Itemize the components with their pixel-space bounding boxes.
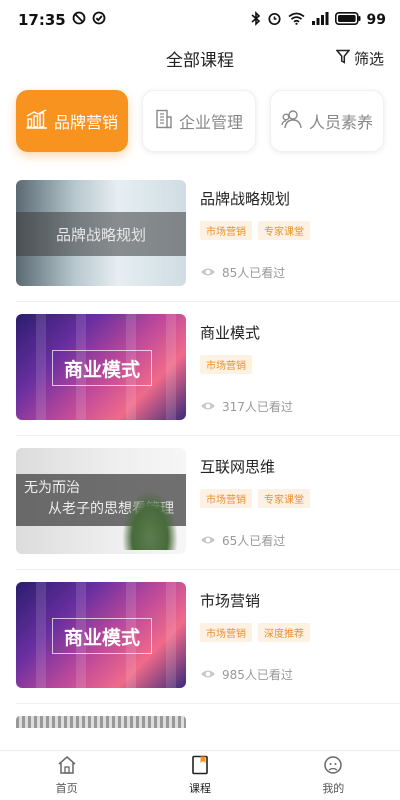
tab-label: 首页 [55, 782, 78, 795]
category-label: 人员素养 [308, 113, 373, 132]
view-count: 85人已看过 [200, 264, 285, 281]
course-tag: 专家课堂 [258, 489, 310, 508]
battery-level: 99 [366, 12, 386, 28]
check-circle-icon [92, 11, 106, 29]
course-tags: 市场营销 专家课堂 [200, 221, 400, 240]
home-icon [57, 755, 77, 778]
view-count: 317人已看过 [200, 398, 293, 415]
status-right: 99 [250, 10, 386, 30]
course-title: 市场营销 [200, 592, 261, 610]
tab-label: 我的 [322, 782, 345, 795]
status-bar: 17:35 99 [0, 0, 400, 40]
building-icon [155, 109, 173, 133]
bottom-tab-bar: 首页 课程 我的 [0, 750, 400, 800]
course-title: 互联网思维 [200, 458, 276, 476]
category-tabs: 品牌营销 企业管理 人员素养 [0, 76, 400, 156]
bluetooth-icon [250, 10, 261, 30]
course-thumbnail: 商业模式 [16, 582, 186, 688]
course-item[interactable]: 商业模式 商业模式 市场营销 317人已看过 [16, 302, 400, 436]
thumbnail-caption: 商业模式 [52, 618, 152, 654]
view-count-text: 317人已看过 [222, 400, 293, 414]
course-thumbnail-partial [16, 716, 186, 728]
page-title: 全部课程 [166, 50, 234, 71]
course-info: 互联网思维 市场营销 专家课堂 65人已看过 [186, 448, 400, 569]
course-tag: 市场营销 [200, 489, 252, 508]
course-thumbnail: 无为而治 从老子的思想看管理 [16, 448, 186, 554]
category-label: 企业管理 [178, 113, 243, 132]
book-icon [190, 755, 210, 778]
filter-label: 筛选 [353, 50, 384, 68]
course-tag: 专家课堂 [258, 221, 310, 240]
category-tab-enterprise-management[interactable]: 企业管理 [142, 90, 256, 152]
course-thumbnail: 商业模式 [16, 314, 186, 420]
view-count-text: 85人已看过 [222, 266, 286, 280]
course-item[interactable]: 商业模式 市场营销 市场营销 深度推荐 985人已看过 [16, 570, 400, 704]
category-label: 品牌营销 [53, 113, 118, 132]
chart-icon [26, 109, 48, 133]
eye-icon [200, 400, 216, 414]
tab-profile[interactable]: 我的 [267, 751, 400, 800]
course-title: 商业模式 [200, 324, 261, 342]
course-tags: 市场营销 [200, 355, 400, 374]
thumbnail-caption: 品牌战略规划 [16, 212, 186, 256]
course-title: 品牌战略规划 [200, 190, 291, 208]
status-left: 17:35 [18, 11, 106, 29]
eye-icon [200, 266, 216, 280]
category-tab-personnel-quality[interactable]: 人员素养 [270, 90, 384, 152]
view-count-text: 65人已看过 [222, 534, 286, 548]
filter-icon [335, 49, 351, 68]
course-info: 市场营销 市场营销 深度推荐 985人已看过 [186, 582, 400, 703]
course-tags: 市场营销 专家课堂 [200, 489, 400, 508]
profile-icon [323, 755, 343, 778]
people-icon [281, 109, 303, 133]
tab-courses[interactable]: 课程 [133, 751, 266, 800]
course-tag: 市场营销 [200, 623, 252, 642]
course-info: 商业模式 市场营销 317人已看过 [186, 314, 400, 435]
course-info: 品牌战略规划 市场营销 专家课堂 85人已看过 [186, 180, 400, 301]
course-item[interactable]: 无为而治 从老子的思想看管理 互联网思维 市场营销 专家课堂 65人已看过 [16, 436, 400, 570]
course-thumbnail: 品牌战略规划 [16, 180, 186, 286]
filter-button[interactable]: 筛选 [335, 48, 384, 69]
course-tag: 深度推荐 [258, 623, 310, 642]
wifi-icon [287, 11, 305, 29]
view-count-text: 985人已看过 [222, 668, 293, 682]
category-tab-brand-marketing[interactable]: 品牌营销 [16, 90, 128, 152]
dnd-icon [72, 11, 86, 29]
eye-icon [200, 668, 216, 682]
signal-icon [311, 11, 329, 29]
alarm-icon [267, 11, 282, 30]
thumbnail-caption: 商业模式 [52, 350, 152, 386]
battery-icon [334, 11, 361, 29]
tab-label: 课程 [188, 782, 211, 795]
tab-home[interactable]: 首页 [0, 751, 133, 800]
course-tag: 市场营销 [200, 221, 252, 240]
view-count: 985人已看过 [200, 666, 293, 683]
course-tags: 市场营销 深度推荐 [200, 623, 400, 642]
course-tag: 市场营销 [200, 355, 252, 374]
course-list: 品牌战略规划 品牌战略规划 市场营销 专家课堂 85人已看过 商业模式 商业模式… [0, 156, 400, 734]
course-item[interactable]: 品牌战略规划 品牌战略规划 市场营销 专家课堂 85人已看过 [16, 180, 400, 302]
page-header: 全部课程 筛选 [0, 40, 400, 76]
course-item-partial[interactable] [16, 704, 400, 734]
status-time: 17:35 [18, 11, 66, 29]
eye-icon [200, 534, 216, 548]
view-count: 65人已看过 [200, 532, 285, 549]
plant-image [122, 490, 178, 550]
